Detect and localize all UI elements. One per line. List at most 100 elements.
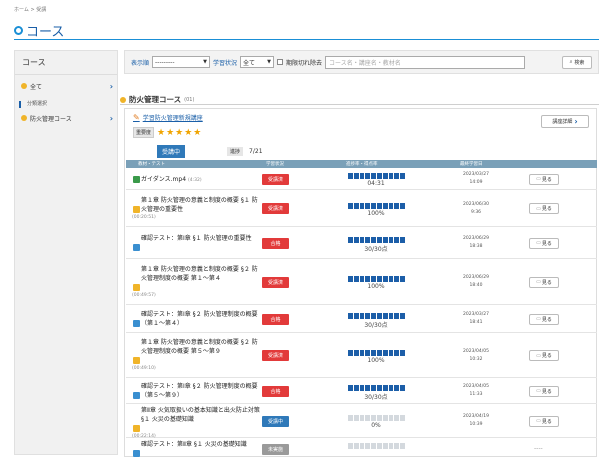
- view-button[interactable]: ▭ 見る: [529, 350, 559, 361]
- circle-icon: [14, 26, 23, 35]
- sidebar-item-all[interactable]: 全て ›: [15, 79, 117, 93]
- last-study-time: 10:39: [469, 422, 483, 427]
- display-order-select[interactable]: --------- ▼: [152, 56, 211, 68]
- search-button[interactable]: ⌕ 検索: [562, 55, 592, 69]
- last-study-time: 18:38: [469, 244, 483, 249]
- column-header: 最終学習日: [460, 162, 483, 167]
- test-icon: [133, 244, 140, 251]
- display-order-value: ---------: [155, 58, 175, 66]
- sidebar-item-label: 防火管理コース: [30, 115, 72, 123]
- search-input[interactable]: コース名・講座名・教材名: [325, 55, 526, 69]
- lesson-title[interactable]: 第１章 防火管理の意義と制度の概要 §１ 防火管理の重要性: [141, 196, 261, 214]
- progress-value: 7/21: [249, 148, 263, 155]
- table-row: 確認テスト：第Ⅰ章 §１ 防火管理の重要性 合格 30/30点 2023/06/29 1…: [126, 227, 597, 259]
- video-icon: [133, 205, 140, 213]
- table-row: 確認テスト：第Ⅰ章 §２ 防火管理制度の概要（第５～第９） 合格 30/30点 202…: [126, 378, 597, 404]
- monitor-icon: ▭: [536, 176, 541, 182]
- table-row: ガイダンス.mp4 (4:32) 受講済 04:31 2023/03/27 14:09 ▭ 見…: [126, 168, 597, 190]
- progress-bar: [348, 173, 405, 179]
- status-badge: 受講中: [262, 415, 289, 427]
- view-button[interactable]: ▭ 見る: [529, 313, 559, 325]
- folder-icon: [21, 115, 27, 121]
- search-button-label: 検索: [574, 59, 585, 66]
- sidebar-item-course[interactable]: 防火管理コース ›: [15, 111, 117, 125]
- progress-bar: [348, 237, 405, 243]
- test-icon: [133, 320, 140, 327]
- progress-bar: [348, 313, 405, 319]
- folder-icon: [120, 96, 126, 103]
- page-title: コース: [14, 21, 64, 40]
- lesson-title[interactable]: 第Ⅱ章 火気取扱いの基本知識と出火防止対策 §１ 火災の基礎知識: [141, 406, 261, 424]
- last-study-date: 2023/06/29: [463, 236, 489, 241]
- table-row: 確認テスト：第Ⅰ章 §２ 防火管理制度の概要（第１～第４） 合格 30/30点 202…: [126, 305, 597, 333]
- table-row: 確認テスト：第Ⅱ章 §１ 火災の基礎知識 未実施 ----: [126, 438, 597, 459]
- status-badge: 受講済: [262, 276, 289, 288]
- lesson-title[interactable]: 第１章 防火管理の意義と制度の概要 §２ 防火管理制度の概要 第５～第９: [141, 338, 261, 356]
- view-button-label: 見る: [541, 353, 552, 359]
- last-study-time: 18:41: [469, 320, 483, 325]
- progress-bar: [348, 276, 405, 282]
- view-button-label: 見る: [541, 316, 552, 323]
- view-button-label: 見る: [541, 388, 552, 395]
- status-badge: 受講済: [262, 173, 289, 185]
- monitor-icon: ▭: [536, 418, 541, 424]
- video-icon: [133, 425, 140, 432]
- view-button[interactable]: ▭ 見る: [529, 173, 559, 185]
- study-status-select[interactable]: 全て ▼: [240, 56, 275, 68]
- progress-value: 30/30点: [364, 246, 388, 253]
- last-study-time: 11:33: [469, 392, 483, 397]
- search-icon: ⌕: [569, 59, 573, 65]
- course-status-row: 受講中 進捗 7/21: [157, 145, 263, 158]
- progress-value: 30/30点: [364, 394, 388, 401]
- last-study-time: 18:40: [469, 283, 483, 288]
- expired-checkbox[interactable]: [277, 59, 284, 65]
- last-study-date: 2023/04/05: [463, 384, 489, 389]
- table-row: 第１章 防火管理の意義と制度の概要 §２ 防火管理制度の概要 第１～第４ (00:…: [126, 259, 597, 305]
- status-badge: 受講済: [262, 350, 289, 361]
- progress-value: 100%: [367, 283, 385, 290]
- course-divider: [120, 104, 599, 105]
- display-order-label: 表示順: [131, 59, 150, 67]
- lesson-title[interactable]: ガイダンス.mp4 (4:32): [141, 175, 261, 185]
- last-study-date: 2023/03/27: [463, 312, 489, 317]
- progress-value: 0%: [371, 422, 381, 429]
- sidebar-item-label: 全て: [30, 83, 43, 91]
- view-button[interactable]: ▭ 見る: [529, 237, 559, 249]
- monitor-icon: ▭: [536, 316, 541, 322]
- view-button[interactable]: ▭ 見る: [529, 203, 559, 214]
- lesson-title[interactable]: 確認テスト：第Ⅱ章 §１ 火災の基礎知識: [141, 440, 261, 449]
- lesson-title[interactable]: 確認テスト：第Ⅰ章 §２ 防火管理制度の概要（第１～第４）: [141, 310, 261, 328]
- status-badge: 受講済: [262, 203, 289, 214]
- column-header: 学習状況: [266, 162, 284, 167]
- video-icon: [133, 283, 140, 291]
- status-badge: 受講中: [157, 145, 186, 158]
- status-badge: 未実施: [262, 443, 289, 455]
- package-title[interactable]: ✎ 学習防火管理新規講座: [133, 113, 203, 122]
- lesson-duration: (00:20:51): [132, 214, 156, 220]
- progress-bar: [348, 385, 405, 391]
- video-icon: [133, 357, 140, 364]
- progress-label: 進捗: [227, 147, 244, 156]
- test-icon: [133, 392, 140, 399]
- view-button[interactable]: ▭ 見る: [529, 415, 559, 427]
- monitor-icon: ▭: [536, 240, 541, 246]
- lesson-title[interactable]: 第１章 防火管理の意義と制度の概要 §２ 防火管理制度の概要 第１～第４: [141, 265, 261, 283]
- progress-bar: [348, 349, 405, 356]
- table-header: 教材・テスト 学習状況 進捗率・得点率 最終学習日: [126, 160, 597, 168]
- table-row: 第１章 防火管理の意義と制度の概要 §２ 防火管理制度の概要 第５～第９ (00:…: [126, 333, 597, 378]
- lesson-title[interactable]: 確認テスト：第Ⅰ章 §１ 防火管理の重要性: [141, 234, 261, 243]
- view-button-label: 見る: [541, 206, 552, 212]
- view-button[interactable]: ▭ 見る: [529, 385, 559, 397]
- progress-value: 100%: [367, 209, 385, 217]
- lesson-title[interactable]: 確認テスト：第Ⅰ章 §２ 防火管理制度の概要（第５～第９）: [141, 382, 261, 400]
- sidebar-category-label: 分類選択: [19, 101, 117, 108]
- monitor-icon: ▭: [536, 279, 541, 285]
- last-study-date: 2023/04/19: [463, 414, 489, 419]
- table-row: 第１章 防火管理の意義と制度の概要 §１ 防火管理の重要性 (00:20:51) 受…: [126, 190, 597, 227]
- view-button[interactable]: ▭ 見る: [529, 276, 559, 288]
- breadcrumb[interactable]: ホーム > 受講: [14, 6, 46, 13]
- course-detail-button[interactable]: 講座詳細 ›: [541, 115, 589, 128]
- package-title-text: 学習防火管理新規講座: [142, 115, 203, 122]
- last-study-time: 10:32: [469, 356, 483, 362]
- chevron-right-icon: ›: [109, 81, 113, 91]
